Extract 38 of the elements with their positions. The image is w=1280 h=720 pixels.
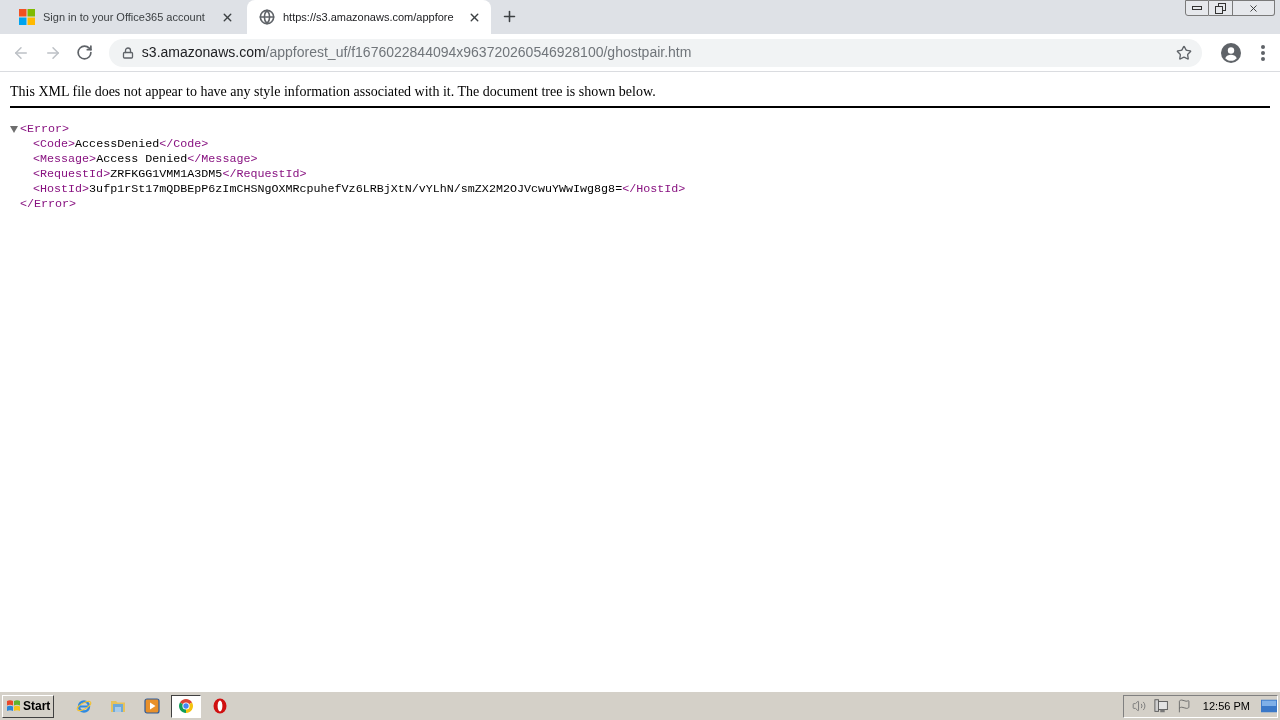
url-text: s3.amazonaws.com/appforest_uf/f1676022844094x963720260546928100/ghostpair.htm — [141, 43, 692, 62]
star-icon — [1176, 44, 1193, 61]
play-icon — [144, 698, 160, 714]
computer-icon[interactable] — [1154, 698, 1169, 714]
close-icon — [1248, 2, 1259, 14]
account-button[interactable] — [1219, 40, 1244, 65]
clock[interactable]: 12:56 PM — [1202, 697, 1250, 715]
minimize-icon — [1192, 6, 1202, 10]
e-logo-icon — [76, 698, 92, 714]
start-button[interactable]: Start — [2, 694, 54, 718]
restore-button[interactable] — [1209, 0, 1233, 16]
folder-icon — [110, 698, 126, 714]
collapse-triangle-icon[interactable] — [10, 126, 18, 133]
restore-icon — [1215, 2, 1226, 14]
account-icon — [1221, 42, 1242, 63]
globe-icon — [259, 9, 275, 25]
xml-line: <Error> — [20, 122, 70, 137]
notice-text: This XML file does not appear to have any style information associated with it. The document tree is shown below. — [10, 83, 657, 101]
speaker-icon[interactable] — [1132, 698, 1147, 714]
xml-line: </Error> — [20, 197, 77, 211]
o-logo-icon — [212, 698, 228, 714]
round-logo-icon — [178, 698, 194, 714]
reload-icon — [76, 44, 94, 61]
flag-icon[interactable] — [1176, 698, 1191, 714]
screen-icon[interactable] — [1260, 699, 1277, 713]
xml-line: <RequestId>ZRFKGG1VMM1A3DM5</RequestId> — [33, 167, 307, 181]
windows-flag-icon — [6, 699, 21, 713]
xml-line: <HostId>3ufp1rSt17mQDBEpP6zImCHSNgOXMRcpuhefVz6LRBjXtN/vYLhN/smZX2M2OJVcwuYWwIwg8g8=</HostId> — [33, 182, 686, 196]
xml-line: <Message>Access Denied</Message> — [33, 152, 258, 166]
lock-icon — [121, 46, 134, 59]
address-bar[interactable]: s3.amazonaws.com/appforest_uf/f1676022844094x963720260546928100/ghostpair.htm — [108, 38, 1203, 67]
browser-tab[interactable]: Sign in to your Office365 account — [0, 0, 244, 34]
xml-line: <Code>AccessDenied</Code> — [33, 137, 209, 151]
taskbar-button[interactable] — [171, 694, 201, 718]
minimize-button[interactable] — [1185, 0, 1209, 16]
browser-tab[interactable]: https://s3.amazonaws.com/appfore — [247, 0, 491, 34]
menu-icon — [1261, 44, 1265, 61]
four-squares-logo-icon — [19, 9, 35, 25]
